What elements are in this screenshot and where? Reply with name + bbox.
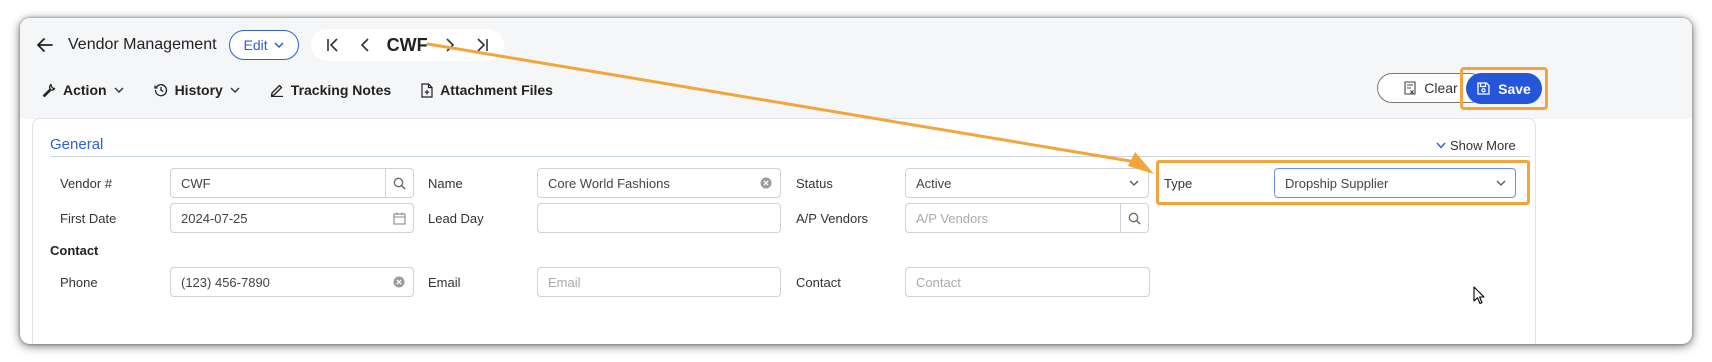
edit-mode-dropdown[interactable]: Edit [228, 30, 299, 60]
first-date-label: First Date [60, 211, 117, 226]
next-record-icon[interactable] [440, 35, 460, 55]
vendor-no-field[interactable]: CWF [170, 168, 414, 198]
contact-section-title: Contact [50, 243, 99, 258]
history-menu-label: History [174, 82, 223, 98]
email-placeholder: Email [548, 274, 581, 290]
show-more-label: Show More [1450, 138, 1516, 153]
save-label: Save [1498, 80, 1531, 97]
record-code: CWF [386, 34, 428, 55]
email-field[interactable]: Email [537, 267, 781, 297]
save-button[interactable]: Save [1466, 73, 1542, 104]
status-label: Status [796, 176, 833, 191]
email-label: Email [428, 275, 461, 290]
tracking-notes-label: Tracking Notes [290, 82, 392, 98]
action-menu-label: Action [63, 82, 107, 98]
ap-vendors-label: A/P Vendors [796, 211, 869, 226]
back-arrow-icon[interactable] [34, 34, 56, 56]
clear-field-icon[interactable] [752, 169, 780, 197]
title-row: Vendor Management Edit CWF [34, 29, 504, 61]
wrench-icon [42, 83, 56, 97]
show-more-toggle[interactable]: Show More [1436, 138, 1516, 153]
ap-vendors-placeholder: A/P Vendors [916, 210, 989, 226]
calendar-icon[interactable] [385, 204, 413, 232]
chevron-down-icon[interactable] [1487, 169, 1515, 197]
chevron-down-icon [274, 42, 284, 48]
page-title: Vendor Management [68, 36, 217, 53]
clear-form-icon [1404, 81, 1416, 95]
phone-label: Phone [60, 275, 98, 290]
history-menu[interactable]: History [153, 82, 240, 98]
lead-day-label: Lead Day [428, 211, 484, 226]
file-plus-icon [421, 82, 433, 98]
type-select[interactable]: Dropship Supplier [1274, 168, 1516, 198]
name-label: Name [428, 176, 463, 191]
phone-field[interactable]: (123) 456-7890 [170, 267, 414, 297]
vendor-no-label: Vendor # [60, 176, 113, 191]
attachment-files-button[interactable]: Attachment Files [421, 82, 553, 98]
history-clock-icon [153, 84, 167, 97]
action-menu[interactable]: Action [42, 82, 124, 98]
status-select[interactable]: Active [905, 168, 1149, 198]
pen-icon [270, 84, 283, 97]
edit-label: Edit [243, 37, 268, 53]
contact-field[interactable]: Contact [905, 267, 1150, 297]
chevron-down-icon [230, 87, 240, 93]
app-window: Vendor Management Edit CWF Action Histor… [20, 18, 1692, 344]
first-record-icon[interactable] [323, 35, 343, 55]
phone-value: (123) 456-7890 [181, 274, 270, 290]
first-date-value: 2024-07-25 [181, 210, 248, 226]
contact-label: Contact [796, 275, 841, 290]
record-pager: CWF [310, 29, 504, 61]
ap-vendors-field[interactable]: A/P Vendors [905, 203, 1149, 233]
mouse-cursor-icon [1473, 286, 1485, 310]
clear-field-icon[interactable] [385, 268, 413, 296]
previous-record-icon[interactable] [355, 35, 375, 55]
last-record-icon[interactable] [472, 35, 492, 55]
action-menu-row: Action History Tracking Notes Attachment… [42, 76, 553, 104]
section-divider [50, 156, 1530, 157]
attachment-files-label: Attachment Files [440, 82, 553, 98]
chevron-down-icon [1436, 142, 1446, 149]
lead-day-field[interactable] [537, 203, 781, 233]
status-value: Active [916, 175, 952, 191]
clear-label: Clear [1424, 80, 1458, 96]
first-date-field[interactable]: 2024-07-25 [170, 203, 414, 233]
name-field[interactable]: Core World Fashions [537, 168, 781, 198]
chevron-down-icon [114, 87, 124, 93]
general-section-title: General [50, 136, 104, 153]
search-icon[interactable] [1120, 204, 1148, 232]
name-value: Core World Fashions [548, 175, 670, 191]
tracking-notes-button[interactable]: Tracking Notes [270, 82, 391, 98]
vendor-no-value: CWF [181, 175, 211, 191]
contact-placeholder: Contact [916, 274, 961, 290]
top-bar: Vendor Management Edit CWF Action Histor… [20, 18, 1692, 119]
search-icon[interactable] [385, 169, 413, 197]
chevron-down-icon[interactable] [1120, 169, 1148, 197]
type-value: Dropship Supplier [1285, 175, 1389, 191]
type-label: Type [1164, 176, 1193, 191]
floppy-disk-icon [1477, 82, 1490, 95]
